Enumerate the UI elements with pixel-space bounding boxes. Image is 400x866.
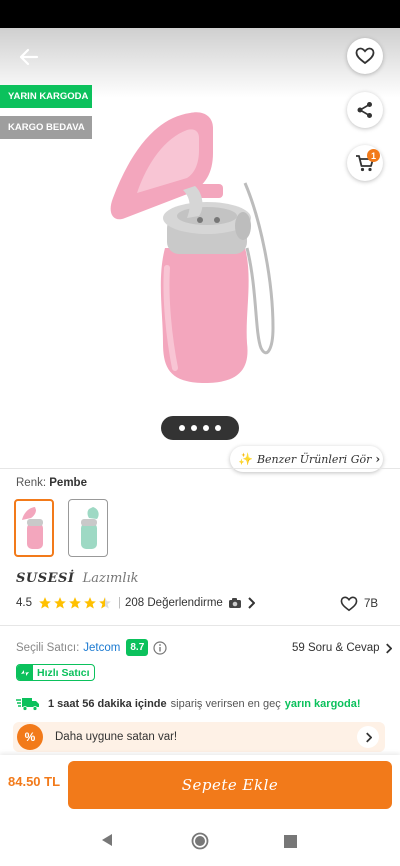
camera-icon [228,598,241,608]
rating-row[interactable]: 4.5 | 208 Değerlendirme [16,596,255,610]
page-dot[interactable] [203,425,209,431]
seller-row[interactable]: Seçili Satıcı: Jetcom 8.7 [16,639,167,656]
back-button[interactable] [12,42,46,72]
variant-swatch-green[interactable] [68,499,108,557]
discount-icon: % [17,724,43,750]
seller-name[interactable]: Jetcom [83,642,120,654]
delivery-info: 1 saat 56 dakika içinde sipariş verirsen… [16,697,361,711]
share-button[interactable] [347,92,383,128]
chevron-right-icon[interactable] [357,726,379,748]
delivery-highlight: yarın kargoda! [284,698,361,710]
cart-button[interactable]: 1 [347,145,383,181]
separator: | [118,597,121,609]
color-label-text: Renk: [16,477,47,489]
checkout-bar: 84.50 TL Sepete Ekle [0,755,400,812]
gallery-page-indicator[interactable] [161,416,239,440]
star-half-icon [99,597,111,609]
cheaper-seller-banner[interactable]: % Daha uygune satan var! [13,722,385,752]
qa-link[interactable]: 59 Soru & Cevap [292,642,392,654]
similar-products-label: Benzer Ürünleri Gör [256,452,372,466]
divider [0,625,400,626]
page-dot[interactable] [191,425,197,431]
cart-count-badge: 1 [367,149,380,162]
variant-thumbnail-green [81,507,99,549]
speed-icon [17,665,33,680]
add-to-cart-button[interactable]: Sepete Ekle [68,761,392,809]
sparkle-icon: ✨ [238,452,253,466]
chevron-right-icon: › [375,452,381,466]
product-name: Lazımlık [82,571,139,586]
rating-score: 4.5 [16,597,32,609]
arrow-left-icon [19,48,39,66]
color-value: Pembe [49,477,87,489]
chevron-right-icon [385,643,392,653]
rating-stars [38,596,112,610]
product-title: SUSESİ Lazımlık [16,571,139,586]
chevron-right-icon [248,597,255,609]
color-label: Renk: Pembe [16,477,87,489]
product-brand: SUSESİ [16,571,75,586]
variant-thumbnail-pink [22,507,43,549]
review-count[interactable]: 208 Değerlendirme [125,597,223,609]
status-bar [0,0,400,28]
fast-seller-badge: Hızlı Satıcı [16,664,95,681]
page-dot[interactable] [179,425,185,431]
product-image [110,112,275,383]
seller-label: Seçili Satıcı: [16,641,80,654]
free-cargo-tag: KARGO BEDAVA [0,116,92,139]
star-full-icon [69,597,81,609]
nav-home-icon[interactable] [191,832,209,850]
nav-back-icon[interactable] [100,833,114,847]
delivery-middle: sipariş verirsen en geç [170,698,281,710]
favorite-count-value: 7B [364,598,379,610]
heart-outline-icon [355,47,375,65]
nav-recents-icon[interactable] [284,835,297,848]
favorite-count[interactable]: 7B [340,596,378,612]
page-dot[interactable] [215,425,221,431]
seller-score-badge: 8.7 [126,639,149,656]
favorite-button[interactable] [347,38,383,74]
fast-seller-label: Hızlı Satıcı [37,666,90,679]
product-gallery[interactable]: 1 YARIN KARGODA KARGO BEDAVA ✨ Benzer Ür… [0,28,400,472]
variant-swatch-pink[interactable] [14,499,54,557]
system-nav-bar [0,812,400,866]
truck-icon [16,698,39,711]
product-price: 84.50 TL [8,774,61,789]
divider [0,468,400,469]
cheaper-seller-text: Daha uygune satan var! [55,731,178,743]
star-full-icon [54,597,66,609]
info-icon[interactable] [153,640,167,655]
star-full-icon [84,597,96,609]
qa-label: 59 Soru & Cevap [292,642,380,654]
heart-outline-icon [340,596,358,612]
share-icon [357,102,372,118]
tomorrow-cargo-tag: YARIN KARGODA [0,85,92,108]
star-full-icon [39,597,51,609]
delivery-time: 1 saat 56 dakika içinde [48,698,167,710]
